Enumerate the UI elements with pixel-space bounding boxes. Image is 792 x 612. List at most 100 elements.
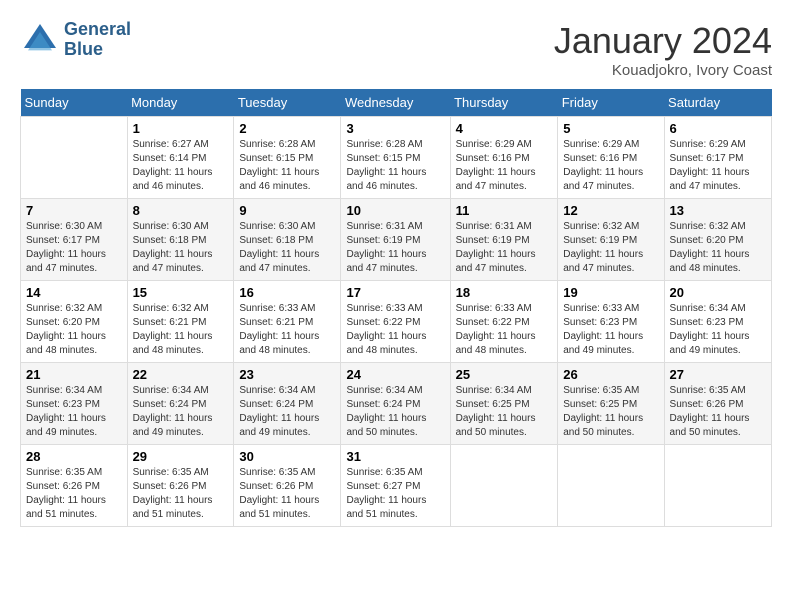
day-number: 20 (670, 285, 766, 300)
day-info: Sunrise: 6:34 AM Sunset: 6:24 PM Dayligh… (133, 384, 229, 440)
calendar-cell: 30 Sunrise: 6:35 AM Sunset: 6:26 PM Dayli… (234, 445, 341, 527)
day-info: Sunrise: 6:33 AM Sunset: 6:22 PM Dayligh… (346, 302, 444, 358)
calendar-cell: 10 Sunrise: 6:31 AM Sunset: 6:19 PM Dayli… (341, 199, 450, 281)
day-info: Sunrise: 6:32 AM Sunset: 6:21 PM Dayligh… (133, 302, 229, 358)
day-info: Sunrise: 6:29 AM Sunset: 6:16 PM Dayligh… (456, 138, 553, 194)
calendar-cell: 8 Sunrise: 6:30 AM Sunset: 6:18 PM Daylig… (127, 199, 234, 281)
calendar-cell: 23Sunrise: 6:34 AM Sunset: 6:24 PM Dayli… (234, 363, 341, 445)
day-info: Sunrise: 6:30 AM Sunset: 6:17 PM Dayligh… (26, 220, 122, 276)
day-info: Sunrise: 6:30 AM Sunset: 6:18 PM Dayligh… (133, 220, 229, 276)
weekday-header: Wednesday (341, 89, 450, 117)
calendar-cell: 5 Sunrise: 6:29 AM Sunset: 6:16 PM Daylig… (558, 117, 664, 199)
weekday-header: Friday (558, 89, 664, 117)
month-title: January 2024 (554, 20, 772, 62)
day-info: Sunrise: 6:34 AM Sunset: 6:23 PM Dayligh… (26, 384, 122, 440)
day-number: 19 (563, 285, 658, 300)
calendar-cell: 28 Sunrise: 6:35 AM Sunset: 6:26 PM Dayli… (21, 445, 128, 527)
calendar-cell: 22 Sunrise: 6:34 AM Sunset: 6:24 PM Dayli… (127, 363, 234, 445)
logo: General Blue (20, 20, 131, 60)
weekday-header: Thursday (450, 89, 558, 117)
title-block: January 2024 Kouadjokro, Ivory Coast (554, 20, 772, 79)
weekday-header: Tuesday (234, 89, 341, 117)
logo-line2: Blue (64, 40, 131, 60)
calendar-cell: 11Sunrise: 6:31 AM Sunset: 6:19 PM Dayli… (450, 199, 558, 281)
calendar-cell: 18Sunrise: 6:33 AM Sunset: 6:22 PM Dayli… (450, 281, 558, 363)
day-info: Sunrise: 6:27 AM Sunset: 6:14 PM Dayligh… (133, 138, 229, 194)
calendar-cell: 2Sunrise: 6:28 AM Sunset: 6:15 PM Daylig… (234, 117, 341, 199)
day-number: 4 (456, 121, 553, 136)
calendar-week-row: 21 Sunrise: 6:34 AM Sunset: 6:23 PM Dayli… (21, 363, 772, 445)
day-number: 10 (346, 203, 444, 218)
calendar-cell: 7 Sunrise: 6:30 AM Sunset: 6:17 PM Daylig… (21, 199, 128, 281)
day-number: 13 (670, 203, 766, 218)
day-number: 23 (239, 367, 335, 382)
calendar-cell: 31 Sunrise: 6:35 AM Sunset: 6:27 PM Dayli… (341, 445, 450, 527)
day-info: Sunrise: 6:35 AM Sunset: 6:27 PM Dayligh… (346, 466, 444, 522)
day-number: 1 (133, 121, 229, 136)
day-info: Sunrise: 6:35 AM Sunset: 6:26 PM Dayligh… (26, 466, 122, 522)
day-number: 15 (133, 285, 229, 300)
calendar-cell: 29Sunrise: 6:35 AM Sunset: 6:26 PM Dayli… (127, 445, 234, 527)
day-number: 3 (346, 121, 444, 136)
day-number: 25 (456, 367, 553, 382)
calendar-cell: 25 Sunrise: 6:34 AM Sunset: 6:25 PM Dayli… (450, 363, 558, 445)
day-info: Sunrise: 6:30 AM Sunset: 6:18 PM Dayligh… (239, 220, 335, 276)
calendar-cell: 3 Sunrise: 6:28 AM Sunset: 6:15 PM Daylig… (341, 117, 450, 199)
day-number: 28 (26, 449, 122, 464)
day-number: 5 (563, 121, 658, 136)
day-info: Sunrise: 6:31 AM Sunset: 6:19 PM Dayligh… (456, 220, 553, 276)
day-info: Sunrise: 6:34 AM Sunset: 6:23 PM Dayligh… (670, 302, 766, 358)
day-number: 6 (670, 121, 766, 136)
day-info: Sunrise: 6:32 AM Sunset: 6:20 PM Dayligh… (26, 302, 122, 358)
day-info: Sunrise: 6:34 AM Sunset: 6:24 PM Dayligh… (346, 384, 444, 440)
logo-text: General Blue (64, 20, 131, 60)
day-info: Sunrise: 6:29 AM Sunset: 6:16 PM Dayligh… (563, 138, 658, 194)
day-number: 12 (563, 203, 658, 218)
day-info: Sunrise: 6:33 AM Sunset: 6:21 PM Dayligh… (239, 302, 335, 358)
day-number: 30 (239, 449, 335, 464)
day-number: 8 (133, 203, 229, 218)
calendar-cell: 27 Sunrise: 6:35 AM Sunset: 6:26 PM Dayli… (664, 363, 771, 445)
day-number: 14 (26, 285, 122, 300)
logo-icon (20, 20, 60, 60)
weekday-header: Saturday (664, 89, 771, 117)
day-info: Sunrise: 6:28 AM Sunset: 6:15 PM Dayligh… (346, 138, 444, 194)
day-info: Sunrise: 6:35 AM Sunset: 6:25 PM Dayligh… (563, 384, 658, 440)
day-number: 16 (239, 285, 335, 300)
day-number: 22 (133, 367, 229, 382)
day-info: Sunrise: 6:35 AM Sunset: 6:26 PM Dayligh… (133, 466, 229, 522)
page-header: General Blue January 2024 Kouadjokro, Iv… (20, 20, 772, 79)
day-number: 18 (456, 285, 553, 300)
calendar-cell: 15 Sunrise: 6:32 AM Sunset: 6:21 PM Dayli… (127, 281, 234, 363)
calendar-week-row: 28 Sunrise: 6:35 AM Sunset: 6:26 PM Dayli… (21, 445, 772, 527)
calendar-cell: 24 Sunrise: 6:34 AM Sunset: 6:24 PM Dayli… (341, 363, 450, 445)
day-number: 17 (346, 285, 444, 300)
calendar-cell: 1 Sunrise: 6:27 AM Sunset: 6:14 PM Daylig… (127, 117, 234, 199)
calendar-cell: 16 Sunrise: 6:33 AM Sunset: 6:21 PM Dayli… (234, 281, 341, 363)
day-info: Sunrise: 6:35 AM Sunset: 6:26 PM Dayligh… (239, 466, 335, 522)
calendar-cell: 14 Sunrise: 6:32 AM Sunset: 6:20 PM Dayli… (21, 281, 128, 363)
calendar-cell (664, 445, 771, 527)
calendar-cell: 12 Sunrise: 6:32 AM Sunset: 6:19 PM Dayli… (558, 199, 664, 281)
day-info: Sunrise: 6:31 AM Sunset: 6:19 PM Dayligh… (346, 220, 444, 276)
calendar-cell: 4 Sunrise: 6:29 AM Sunset: 6:16 PM Daylig… (450, 117, 558, 199)
calendar-cell: 19Sunrise: 6:33 AM Sunset: 6:23 PM Dayli… (558, 281, 664, 363)
day-info: Sunrise: 6:35 AM Sunset: 6:26 PM Dayligh… (670, 384, 766, 440)
logo-line1: General (64, 20, 131, 40)
day-number: 31 (346, 449, 444, 464)
day-number: 26 (563, 367, 658, 382)
calendar-cell: 20 Sunrise: 6:34 AM Sunset: 6:23 PM Dayli… (664, 281, 771, 363)
weekday-header: Sunday (21, 89, 128, 117)
day-number: 21 (26, 367, 122, 382)
calendar-cell: 6 Sunrise: 6:29 AM Sunset: 6:17 PM Daylig… (664, 117, 771, 199)
day-info: Sunrise: 6:29 AM Sunset: 6:17 PM Dayligh… (670, 138, 766, 194)
day-info: Sunrise: 6:32 AM Sunset: 6:19 PM Dayligh… (563, 220, 658, 276)
calendar-cell: 13Sunrise: 6:32 AM Sunset: 6:20 PM Dayli… (664, 199, 771, 281)
day-number: 7 (26, 203, 122, 218)
calendar-cell: 21 Sunrise: 6:34 AM Sunset: 6:23 PM Dayli… (21, 363, 128, 445)
day-info: Sunrise: 6:34 AM Sunset: 6:25 PM Dayligh… (456, 384, 553, 440)
calendar-header-row: SundayMondayTuesdayWednesdayThursdayFrid… (21, 89, 772, 117)
calendar-table: SundayMondayTuesdayWednesdayThursdayFrid… (20, 89, 772, 527)
day-number: 24 (346, 367, 444, 382)
day-number: 27 (670, 367, 766, 382)
